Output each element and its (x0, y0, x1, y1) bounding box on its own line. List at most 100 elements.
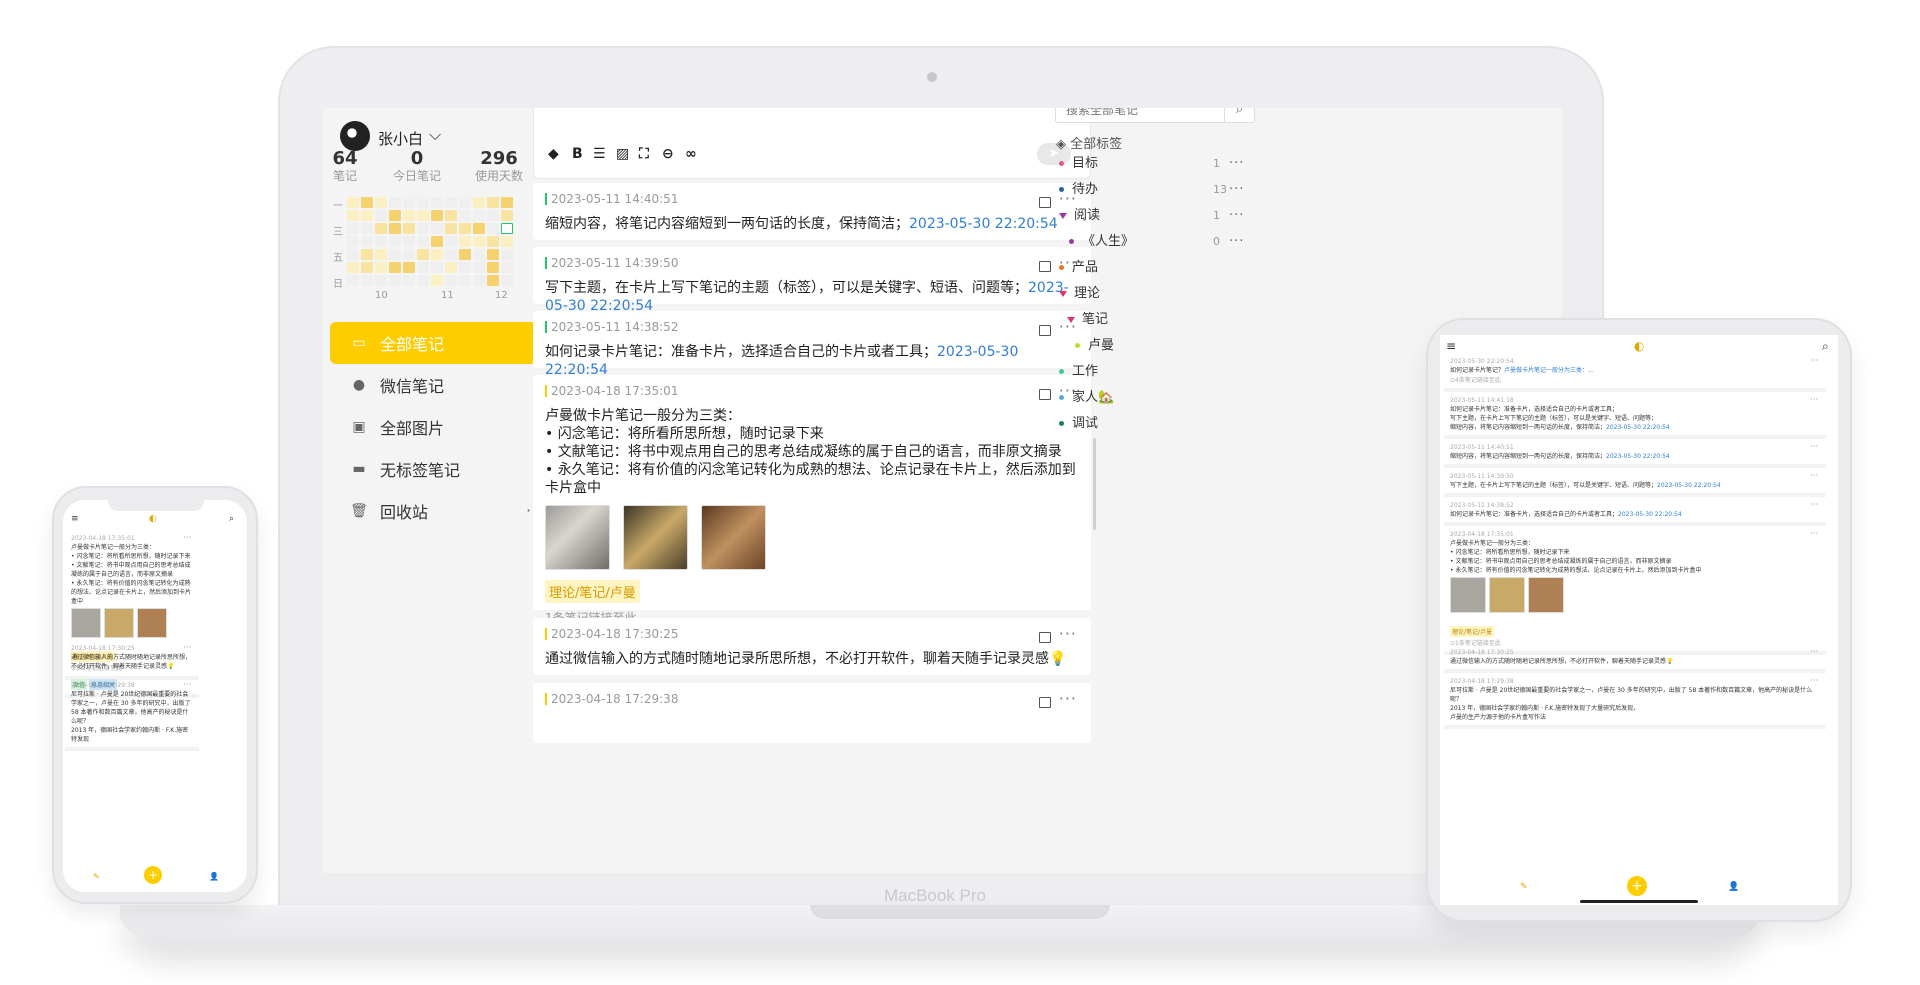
tag-item[interactable]: 笔记 (1067, 312, 1108, 328)
fullscreen-icon[interactable]: ⛶ (639, 146, 649, 162)
tag-item[interactable]: 理论 (1059, 286, 1100, 302)
more-icon[interactable]: ··· (1810, 676, 1818, 685)
note-image[interactable] (623, 505, 689, 570)
username[interactable]: 张小白 (378, 128, 423, 149)
notes-tab-icon[interactable]: ✎ (93, 872, 100, 881)
tag-item[interactable]: 调试 (1059, 416, 1098, 432)
more-icon[interactable]: ··· (1810, 395, 1818, 404)
note-detail-icon[interactable] (1039, 325, 1051, 336)
note-card[interactable]: 2023-04-18 17:29:38 ··· (533, 683, 1091, 743)
note-editor[interactable]: ◆ B ☰ ▨ ⛶ ⊖ ∞ ➤ (533, 108, 1091, 179)
tag-item[interactable]: 阅读 (1059, 208, 1100, 224)
more-icon[interactable]: ··· (1229, 208, 1244, 223)
note-card[interactable]: 2023-04-18 17:29:38 ··· 尼可拉斯 · 卢曼是 20世纪德国最… (65, 679, 199, 751)
more-icon[interactable]: ··· (183, 533, 191, 542)
tag-item[interactable]: 《人生》 (1069, 234, 1134, 250)
tags-title[interactable]: ◈ 全部标签 (1056, 133, 1122, 152)
more-icon[interactable]: ··· (1229, 156, 1244, 171)
more-icon[interactable]: ··· (1810, 647, 1818, 656)
note-card[interactable]: 2023-05-11 14:40:51 ··· 缩短内容，将笔记内容缩短到一两句话的… (1444, 441, 1826, 468)
search-icon[interactable]: ⌕ (229, 514, 234, 524)
note-image[interactable] (137, 608, 167, 638)
note-image[interactable] (1450, 577, 1486, 613)
note-link[interactable]: 2023-05-30 22:20:54 (909, 216, 1058, 232)
note-card[interactable]: 2023-05-11 14:40:51 ··· 缩短内容，将笔记内容缩短到一两句… (533, 183, 1091, 240)
more-icon[interactable]: ··· (1229, 234, 1244, 249)
note-link[interactable]: 卢曼做卡片笔记一般分为三类：... (1504, 367, 1594, 374)
note-detail-icon[interactable] (1039, 197, 1051, 208)
more-icon[interactable]: ··· (1229, 182, 1244, 197)
note-image[interactable] (104, 608, 134, 638)
chevron-down-icon[interactable]: ⌵ (429, 125, 441, 145)
bold-icon[interactable]: B (572, 146, 583, 162)
note-card[interactable]: 2023-05-11 14:39:50 ··· 写下主题，在卡片上写下笔记的主题（标… (1444, 470, 1826, 497)
note-image[interactable] (545, 505, 610, 570)
avatar[interactable] (340, 121, 370, 151)
more-icon[interactable]: ··· (1810, 471, 1818, 480)
search-box[interactable]: ⌕ (1055, 108, 1255, 123)
note-tag[interactable]: 理论/笔记/卢曼 (545, 580, 640, 603)
search-icon[interactable]: ⌕ (1224, 108, 1254, 122)
note-card[interactable]: 2023-05-11 14:38:52 ··· 如何记录卡片笔记：准备卡片，选择… (533, 311, 1091, 378)
note-card[interactable]: 2023-05-11 14:41:18 ··· 如何记录卡片笔记：准备卡片，选择适合… (1444, 394, 1826, 439)
more-icon[interactable]: ··· (183, 643, 191, 652)
note-image[interactable] (1528, 577, 1564, 613)
scrollbar[interactable] (1093, 438, 1096, 530)
tag-item[interactable]: 工作 (1059, 364, 1098, 380)
more-icon[interactable]: ··· (183, 680, 191, 689)
note-card[interactable]: 2023-04-18 17:30:25 ··· 通过微信输入的方式随时随地记录所思所… (1444, 646, 1826, 673)
nav-wechat-notes[interactable]: ● 微信笔记 (330, 364, 560, 406)
note-card[interactable]: 2023-04-18 17:29:38 ··· 尼可拉斯 · 卢曼是 20世纪德国最… (1444, 675, 1826, 729)
expand-triangle-icon[interactable] (1059, 290, 1067, 297)
tag-item[interactable]: 产品 (1059, 260, 1098, 276)
note-image[interactable] (71, 608, 101, 638)
note-detail-icon[interactable] (1039, 632, 1051, 643)
nav-all-notes[interactable]: ▭ 全部笔记 (330, 322, 560, 364)
tag-item[interactable]: 待办 (1059, 182, 1098, 198)
nav-all-images[interactable]: ▣ 全部图片 (330, 406, 560, 448)
more-icon[interactable]: ··· (1810, 529, 1818, 538)
note-card[interactable]: 2023-04-18 17:30:25 ··· 通过微信输入的方式随时随地记录所… (533, 618, 1091, 675)
note-detail-icon[interactable] (1039, 389, 1051, 400)
add-note-button[interactable]: + (144, 866, 162, 884)
profile-tab-icon[interactable]: 👤 (209, 872, 219, 881)
notes-tab-icon[interactable]: ✎ (1520, 882, 1528, 892)
tag-item[interactable]: 家人🏡 (1059, 390, 1114, 406)
expand-triangle-icon[interactable] (1059, 212, 1067, 219)
add-note-button[interactable]: + (1627, 876, 1647, 896)
more-icon[interactable]: ··· (1059, 689, 1077, 708)
tag-item[interactable]: 卢曼 (1075, 338, 1114, 354)
note-card[interactable]: 2023-05-11 14:39:50 ··· 写下主题，在卡片上写下笔记的主题… (533, 247, 1091, 314)
menu-icon[interactable]: ≡ (1446, 339, 1456, 353)
link-icon[interactable]: ⊖ (662, 146, 674, 162)
nav-untagged-notes[interactable]: ▬ 无标签笔记 (330, 448, 560, 490)
more-icon[interactable]: ··· (1810, 356, 1818, 365)
tag-item[interactable]: 目标 (1059, 156, 1098, 172)
chain-icon[interactable]: ∞ (685, 146, 697, 162)
more-icon[interactable]: ··· (1810, 500, 1818, 509)
backlink-count[interactable]: ⊙4条笔记链接至此 (1450, 377, 1820, 385)
note-image[interactable] (701, 505, 767, 570)
note-tag[interactable]: 理论/笔记/卢曼 (1450, 626, 1495, 637)
note-card[interactable]: 2023-04-18 17:35:01 ··· 卢曼做卡片笔记一般分为三类： • 闪念… (1444, 528, 1826, 655)
note-card[interactable]: 2023-05-30 22:20:54 ··· 如何记录卡片笔记？卢曼做卡片笔记一般… (1444, 355, 1826, 392)
more-icon[interactable]: ··· (1059, 624, 1077, 643)
search-icon[interactable]: ⌕ (1822, 339, 1829, 354)
search-input[interactable] (1056, 108, 1226, 122)
note-link[interactable]: 2023-05-30 22:20:54 (1657, 482, 1721, 489)
note-card[interactable]: 2023-05-11 14:38:52 ··· 如何记录卡片笔记：准备卡片，选择适合… (1444, 499, 1826, 526)
note-card[interactable]: 2023-04-18 17:35:01 ··· 卢曼做卡片笔记一般分为三类： •… (533, 375, 1091, 625)
profile-tab-icon[interactable]: 👤 (1728, 882, 1739, 892)
image-icon[interactable]: ▨ (616, 146, 629, 162)
expand-triangle-icon[interactable] (1067, 316, 1075, 323)
more-icon[interactable]: ··· (1810, 442, 1818, 451)
list-icon[interactable]: ☰ (593, 146, 606, 162)
menu-icon[interactable]: ≡ (71, 514, 79, 524)
note-link[interactable]: 2023-05-30 22:20:54 (1618, 511, 1682, 518)
note-link[interactable]: 2023-05-30 22:20:54 (1606, 453, 1670, 460)
note-link[interactable]: 2023-05-30 22:20:54 (1606, 424, 1670, 431)
note-detail-icon[interactable] (1039, 697, 1051, 708)
note-image[interactable] (1489, 577, 1525, 613)
note-detail-icon[interactable] (1039, 261, 1051, 272)
tag-icon[interactable]: ◆ (548, 146, 559, 162)
